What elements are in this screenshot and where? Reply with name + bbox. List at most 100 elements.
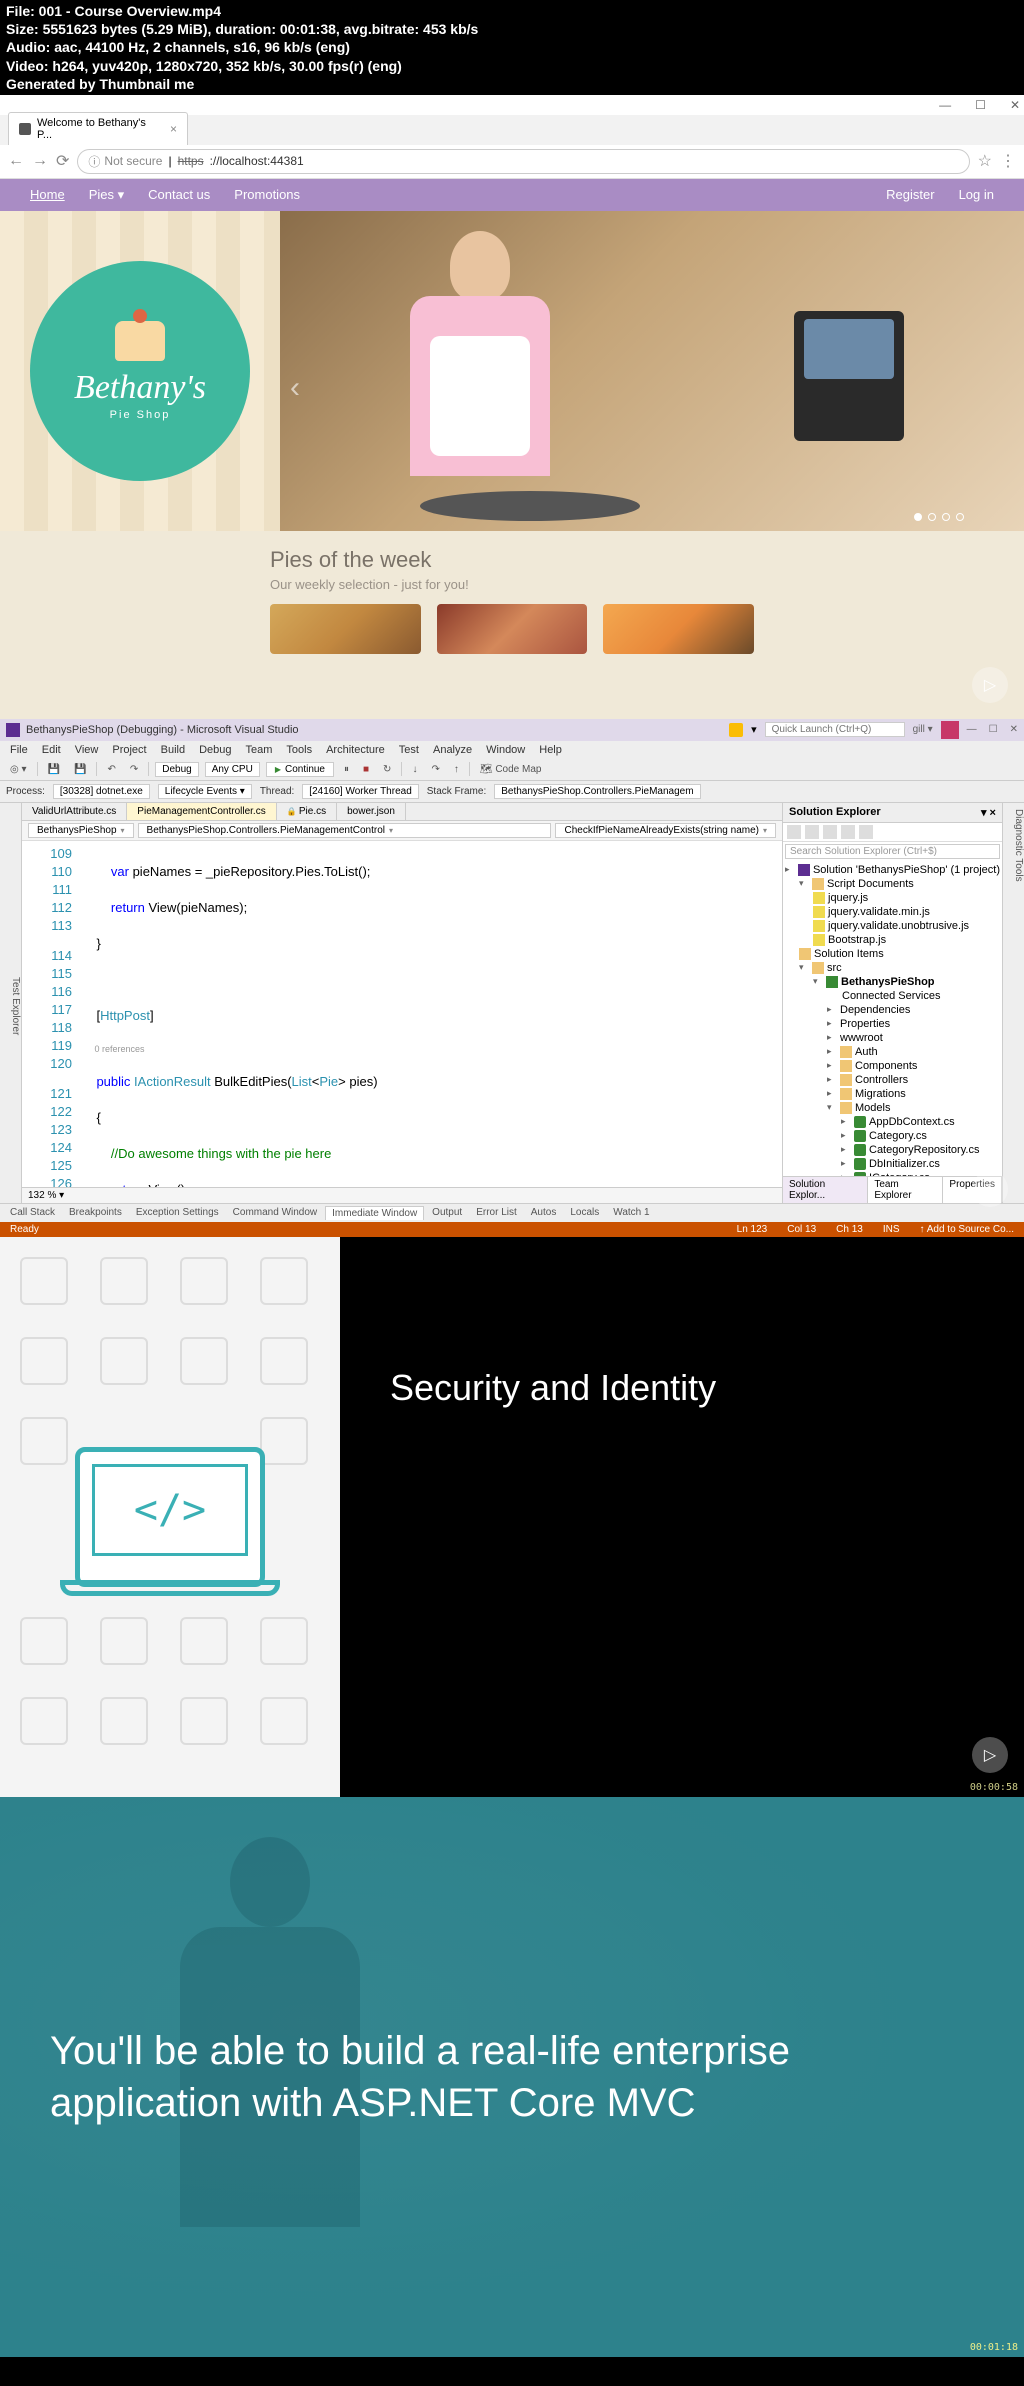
frame-dropdown[interactable]: BethanysPieShop.Controllers.PieManagem [494,784,700,799]
vs-maximize-button[interactable]: ☐ [989,724,998,735]
bookmark-icon[interactable]: ☆ [978,151,992,171]
menu-project[interactable]: Project [112,744,146,756]
pause-icon[interactable]: ⏸ [340,763,353,776]
tree-folder[interactable]: src [827,962,842,974]
tree-item[interactable]: Dependencies [840,1004,910,1016]
continue-button[interactable]: Continue [266,762,334,777]
tree-folder[interactable]: Components [855,1060,917,1072]
nav-home[interactable]: Home [30,187,65,203]
menu-analyze[interactable]: Analyze [433,744,472,756]
notification-icon[interactable] [941,721,959,739]
tree-file[interactable]: CategoryRepository.cs [869,1144,979,1156]
menu-test[interactable]: Test [399,744,419,756]
nav-register[interactable]: Register [886,187,934,203]
menu-help[interactable]: Help [539,744,562,756]
carousel-prev-icon[interactable]: ‹ [290,371,300,405]
show-all-icon[interactable] [841,825,855,839]
tree-folder[interactable]: Migrations [855,1088,906,1100]
nav-promotions[interactable]: Promotions [234,187,300,203]
tree-item[interactable]: wwwroot [840,1032,883,1044]
pie-thumbnail[interactable] [437,604,588,654]
panel-menu-icon[interactable]: ▾ × [981,806,996,819]
menu-team[interactable]: Team [246,744,273,756]
codemap-button[interactable]: 🗺 Code Map [476,763,546,776]
code-text[interactable]: var pieNames = _pieRepository.Pies.ToLis… [82,841,782,1187]
step-over-icon[interactable]: ↷ [427,763,443,776]
tree-file[interactable]: jquery.validate.min.js [828,906,930,918]
quick-launch-input[interactable] [765,722,905,737]
save-icon[interactable]: 💾 [44,763,64,776]
menu-build[interactable]: Build [161,744,185,756]
menu-debug[interactable]: Debug [199,744,231,756]
zoom-indicator[interactable]: 132 % ▾ [22,1187,782,1203]
menu-icon[interactable]: ⋮ [1000,151,1016,171]
tree-file[interactable]: Bootstrap.js [828,934,886,946]
status-source-control[interactable]: ↑ Add to Source Co... [920,1224,1015,1235]
test-explorer-tab[interactable]: Test Explorer [0,803,22,1203]
tree-folder[interactable]: Models [855,1102,890,1114]
solution-search[interactable]: Search Solution Explorer (Ctrl+$) [785,844,1000,859]
redo-icon[interactable]: ↷ [126,763,142,776]
tool-tab[interactable]: Exception Settings [130,1206,225,1220]
forward-button[interactable]: → [32,152,48,170]
config-dropdown[interactable]: Debug [155,762,198,777]
process-dropdown[interactable]: [30328] dotnet.exe [53,784,150,799]
back-button[interactable]: ← [8,152,24,170]
tree-file[interactable]: DbInitializer.cs [869,1158,940,1170]
step-into-icon[interactable]: ↓ [408,763,421,776]
lifecycle-dropdown[interactable]: Lifecycle Events ▾ [158,784,252,799]
nav-login[interactable]: Log in [959,187,994,203]
nav-contact[interactable]: Contact us [148,187,210,203]
tree-item[interactable]: Properties [840,1018,890,1030]
site-logo[interactable]: Bethany's Pie Shop [30,261,250,481]
crumb-class[interactable]: BethanysPieShop.Controllers.PieManagemen… [138,823,552,838]
step-out-icon[interactable]: ↑ [450,763,463,776]
tool-tab[interactable]: Immediate Window [325,1206,424,1220]
nav-back-icon[interactable]: ◎ ▾ [6,763,31,776]
tool-tab[interactable]: Output [426,1206,468,1220]
menu-window[interactable]: Window [486,744,525,756]
tool-tab[interactable]: Watch 1 [607,1206,655,1220]
play-button-icon[interactable] [972,667,1008,703]
vs-minimize-button[interactable]: — [967,724,977,735]
panel-tab[interactable]: Solution Explor... [783,1177,868,1203]
stop-icon[interactable]: ■ [359,763,373,776]
security-indicator[interactable]: Not secure [88,153,162,170]
maximize-button[interactable]: ☐ [975,98,986,112]
reload-button[interactable]: ⟳ [56,151,69,171]
thread-dropdown[interactable]: [24160] Worker Thread [302,784,418,799]
tree-file[interactable]: AppDbContext.cs [869,1116,955,1128]
solution-tree[interactable]: ▸Solution 'BethanysPieShop' (1 project) … [783,861,1002,1176]
nav-pies[interactable]: Pies ▾ [89,187,124,203]
play-button-icon[interactable] [972,1737,1008,1773]
crumb-method[interactable]: CheckIfPieNameAlreadyExists(string name) [555,823,776,838]
crumb-project[interactable]: BethanysPieShop [28,823,134,838]
feedback-icon[interactable] [729,723,743,737]
file-tab[interactable]: Pie.cs [277,803,337,820]
file-tab[interactable]: bower.json [337,803,406,820]
refresh-icon[interactable] [805,825,819,839]
restart-icon[interactable]: ↻ [379,763,395,776]
tree-folder[interactable]: Controllers [855,1074,908,1086]
menu-view[interactable]: View [75,744,99,756]
home-icon[interactable] [787,825,801,839]
tree-solution[interactable]: Solution 'BethanysPieShop' (1 project) [813,864,1000,876]
code-editor[interactable]: 1091101111121131141151161171181191201211… [22,841,782,1187]
close-button[interactable]: ✕ [1010,98,1020,112]
menu-architecture[interactable]: Architecture [326,744,385,756]
menu-file[interactable]: File [10,744,28,756]
tree-file[interactable]: Category.cs [869,1130,927,1142]
diagnostic-tools-tab[interactable]: Diagnostic Tools [1002,803,1024,1203]
file-tab[interactable]: ValidUrlAttribute.cs [22,803,127,820]
tree-item[interactable]: Connected Services [842,990,940,1002]
pie-thumbnail[interactable] [270,604,421,654]
vs-close-button[interactable]: ✕ [1010,724,1018,735]
tree-file[interactable]: jquery.js [828,892,868,904]
tool-tab[interactable]: Breakpoints [63,1206,128,1220]
tree-project[interactable]: BethanysPieShop [841,976,935,988]
properties-icon[interactable] [859,825,873,839]
tree-folder[interactable]: Solution Items [814,948,884,960]
tool-tab[interactable]: Command Window [227,1206,323,1220]
platform-dropdown[interactable]: Any CPU [205,762,260,777]
tree-folder[interactable]: Script Documents [827,878,914,890]
